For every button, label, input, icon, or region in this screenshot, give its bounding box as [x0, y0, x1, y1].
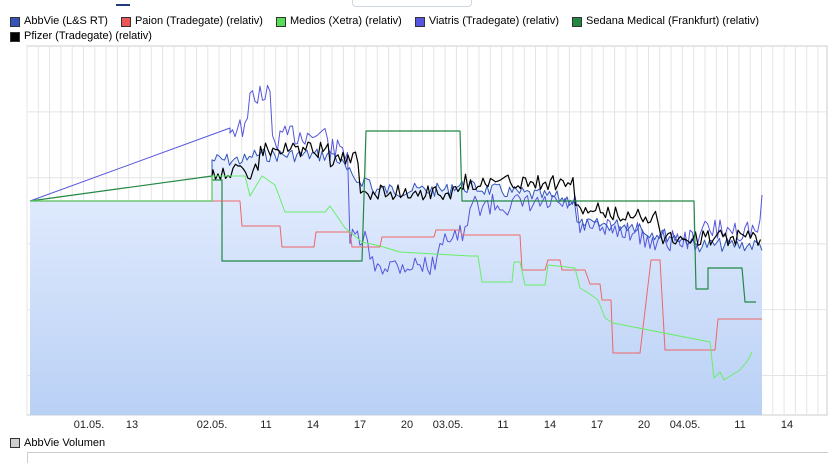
x-tick-label: 11 — [734, 419, 745, 431]
x-tick-label: 14 — [307, 419, 319, 431]
x-tick-label: 01.05. — [74, 419, 105, 431]
x-tick-label: 02.05. — [197, 419, 228, 431]
x-tick-label: 14 — [781, 419, 793, 431]
volume-legend-label: AbbVie Volumen — [24, 437, 106, 449]
volume-legend[interactable]: AbbVie Volumen — [10, 437, 105, 449]
x-tick-label: 20 — [638, 419, 650, 431]
x-tick-label: 11 — [497, 419, 508, 431]
x-tick-label: 04.05. — [670, 419, 701, 431]
volume-legend-swatch — [10, 438, 20, 448]
x-tick-label: 17 — [591, 419, 603, 431]
x-tick-label: 03.05. — [433, 419, 464, 431]
volume-panel — [27, 452, 828, 463]
x-tick-label: 11 — [260, 419, 271, 431]
x-tick-label: 20 — [401, 419, 413, 431]
x-tick-label: 14 — [544, 419, 556, 431]
price-chart: 01.05. 13 02.05. 11 14 17 20 03.05. 11 14 17 20 04.0… — [26, 45, 828, 431]
x-tick-label: 13 — [126, 419, 138, 431]
x-tick-label: 17 — [354, 419, 366, 431]
